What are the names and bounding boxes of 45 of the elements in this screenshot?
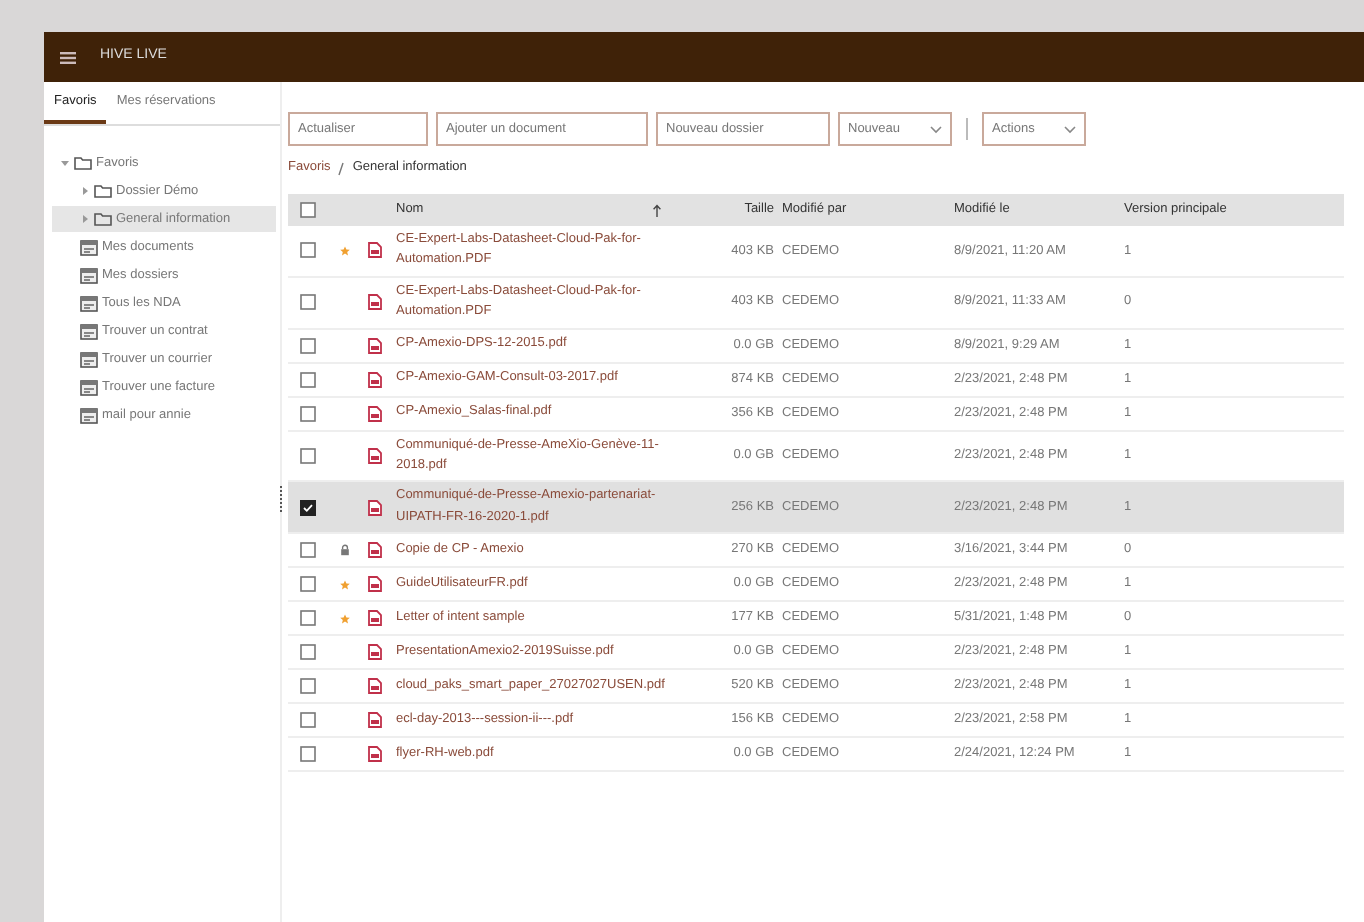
checked-checkbox[interactable] xyxy=(300,499,316,516)
checkbox[interactable] xyxy=(300,242,316,259)
pdf-file-icon xyxy=(368,499,382,516)
pdf-file-icon xyxy=(368,610,382,627)
pdf-file-icon xyxy=(368,294,382,311)
checkbox[interactable] xyxy=(300,644,316,661)
checkbox[interactable] xyxy=(300,202,316,218)
chevron-down-icon xyxy=(1064,125,1076,133)
checkbox[interactable] xyxy=(300,712,316,729)
search-form-icon xyxy=(80,351,98,367)
menu-icon[interactable] xyxy=(60,51,76,63)
checkbox[interactable] xyxy=(300,447,316,464)
pdf-file-icon xyxy=(368,644,382,661)
checkbox[interactable] xyxy=(300,337,316,354)
checkbox[interactable] xyxy=(300,610,316,627)
checkbox[interactable] xyxy=(300,294,316,311)
pdf-file-icon xyxy=(368,746,382,763)
pdf-file-icon xyxy=(368,542,382,559)
pdf-file-icon xyxy=(368,242,382,259)
pdf-file-icon xyxy=(368,712,382,729)
pdf-file-icon xyxy=(368,371,382,388)
pdf-file-icon xyxy=(368,678,382,695)
checkbox[interactable] xyxy=(300,371,316,388)
chevron-down-icon xyxy=(930,125,942,133)
pdf-file-icon xyxy=(368,576,382,593)
checkbox[interactable] xyxy=(300,576,316,593)
checkbox[interactable] xyxy=(300,542,316,559)
checkbox[interactable] xyxy=(300,746,316,763)
search-form-icon xyxy=(80,295,98,311)
search-form-icon xyxy=(80,323,98,339)
sort-up-icon[interactable] xyxy=(652,203,662,217)
checkbox[interactable] xyxy=(300,405,316,422)
search-form-icon xyxy=(80,267,98,283)
pdf-file-icon xyxy=(368,447,382,464)
search-form-icon xyxy=(80,379,98,395)
pdf-file-icon xyxy=(368,337,382,354)
search-form-icon xyxy=(80,407,98,423)
search-form-icon xyxy=(80,239,98,255)
caret-right-icon[interactable] xyxy=(80,186,90,196)
caret-right-icon[interactable] xyxy=(80,214,90,224)
drag-handle[interactable] xyxy=(280,486,282,513)
caret-down-icon[interactable] xyxy=(60,158,70,168)
slash-icon xyxy=(338,161,345,175)
checkbox[interactable] xyxy=(300,678,316,695)
pdf-file-icon xyxy=(368,405,382,422)
